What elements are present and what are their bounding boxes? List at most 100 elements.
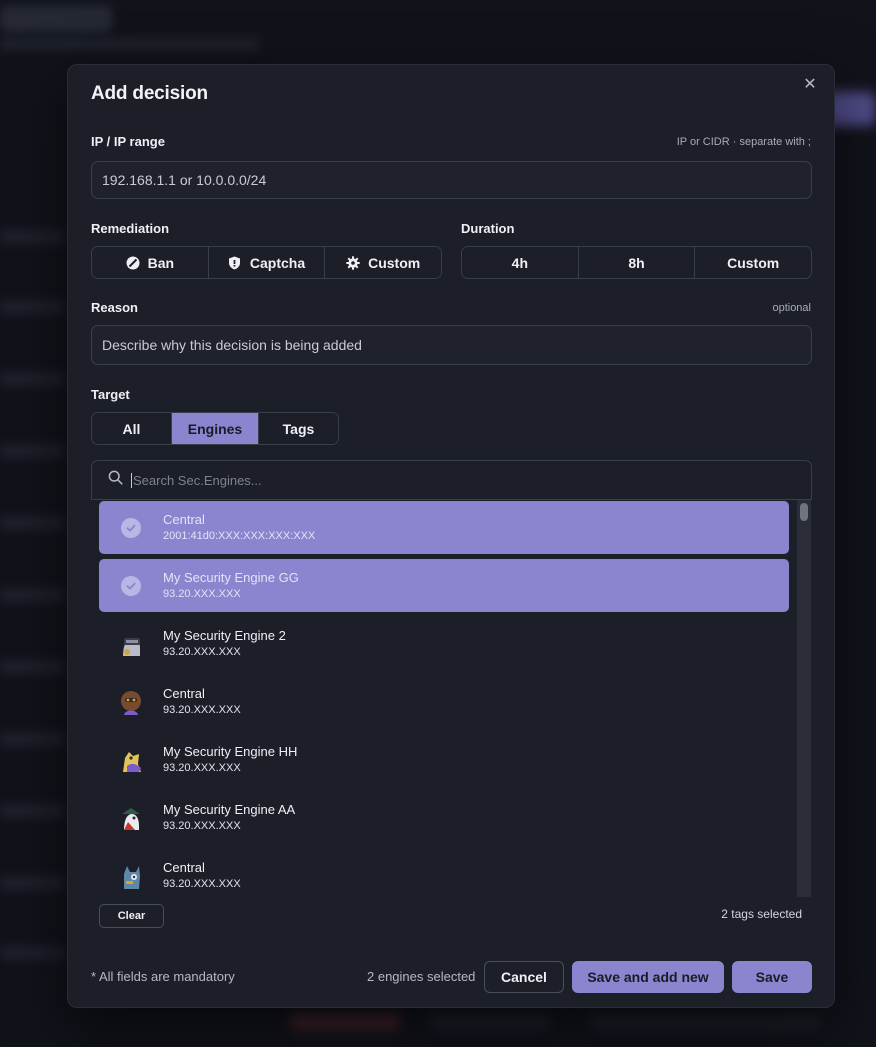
- engine-avatar: [115, 685, 147, 718]
- engines-selected-count: 2 engines selected: [367, 969, 476, 984]
- engine-name: Central: [163, 859, 205, 875]
- engine-name: My Security Engine GG: [163, 569, 299, 585]
- engine-text: My Security Engine 2 93.20.XXX.XXX: [163, 627, 286, 661]
- engine-avatar-slot: [99, 859, 163, 892]
- save-and-add-new-button[interactable]: Save and add new: [572, 961, 724, 993]
- engine-avatar: [115, 627, 147, 660]
- engine-list-item[interactable]: My Security Engine GG 93.20.XXX.XXX: [99, 559, 789, 612]
- engine-search-input[interactable]: Search Sec.Engines...: [91, 460, 812, 500]
- engine-ip: 93.20.XXX.XXX: [163, 819, 241, 832]
- clear-button[interactable]: Clear: [99, 904, 164, 928]
- engine-list-item[interactable]: Central 93.20.XXX.XXX: [99, 849, 789, 897]
- duration-8h-button[interactable]: 8h: [578, 247, 696, 278]
- remediation-captcha-button[interactable]: Captcha: [208, 247, 326, 278]
- target-engines-button[interactable]: Engines: [172, 413, 259, 444]
- target-all-button[interactable]: All: [92, 413, 172, 444]
- engine-avatar-slot: [99, 743, 163, 776]
- engine-name: My Security Engine 2: [163, 627, 286, 643]
- reason-label: Reason: [91, 300, 138, 315]
- remediation-captcha-label: Captcha: [249, 254, 306, 271]
- engine-avatar: [115, 743, 147, 776]
- background-footer-item: [430, 1015, 550, 1029]
- gear-icon: [346, 255, 360, 270]
- check-icon: [121, 517, 141, 538]
- cancel-button[interactable]: Cancel: [484, 961, 564, 993]
- remediation-ban-label: Ban: [147, 254, 175, 271]
- target-segmented: All Engines Tags: [91, 412, 339, 445]
- tags-selected-count: 2 tags selected: [721, 907, 802, 921]
- target-tags-button[interactable]: Tags: [259, 413, 338, 444]
- background-title: [0, 6, 112, 32]
- engine-ip: 2001:41d0:XXX:XXX:XXX:XXX: [163, 529, 316, 542]
- ip-label: IP / IP range: [91, 134, 165, 149]
- mandatory-note: * All fields are mandatory: [91, 969, 235, 984]
- engine-text: My Security Engine HH 93.20.XXX.XXX: [163, 743, 297, 777]
- close-icon[interactable]: ✕: [800, 75, 820, 95]
- reason-input[interactable]: Describe why this decision is being adde…: [91, 325, 812, 365]
- engine-ip: 93.20.XXX.XXX: [163, 761, 241, 774]
- engine-list-item[interactable]: Central 2001:41d0:XXX:XXX:XXX:XXX: [99, 501, 789, 554]
- background-row: [0, 946, 66, 960]
- background-row: [0, 516, 66, 530]
- engine-ip: 93.20.XXX.XXX: [163, 877, 241, 890]
- background-row: [0, 876, 66, 890]
- remediation-custom-label: Custom: [368, 254, 421, 271]
- engine-list-item[interactable]: My Security Engine AA 93.20.XXX.XXX: [99, 791, 789, 844]
- target-label: Target: [91, 387, 130, 402]
- engine-ip: 93.20.XXX.XXX: [163, 703, 241, 716]
- duration-label: Duration: [461, 221, 515, 236]
- duration-4h-button[interactable]: 4h: [462, 247, 579, 278]
- engine-search-placeholder: Search Sec.Engines...: [131, 472, 262, 488]
- reason-input-placeholder: Describe why this decision is being adde…: [102, 337, 362, 353]
- remediation-segmented: Ban Captcha Custom: [91, 246, 442, 279]
- ip-input[interactable]: 192.168.1.1 or 10.0.0.0/24: [91, 161, 812, 199]
- save-button[interactable]: Save: [732, 961, 812, 993]
- engine-name: My Security Engine AA: [163, 801, 296, 817]
- engine-ip: 93.20.XXX.XXX: [163, 645, 241, 658]
- background-row: [0, 230, 66, 244]
- engine-text: Central 93.20.XXX.XXX: [163, 859, 241, 893]
- background-row: [0, 300, 66, 314]
- remediation-ban-button[interactable]: Ban: [92, 247, 209, 278]
- remediation-label: Remediation: [91, 221, 170, 236]
- engine-avatar-slot: [99, 801, 163, 834]
- background-row: [0, 660, 66, 674]
- ip-hint: IP or CIDR · separate with ;: [676, 136, 811, 148]
- ban-icon: [126, 256, 140, 270]
- engine-avatar-slot: [99, 575, 163, 596]
- engine-avatar: [115, 801, 147, 834]
- engine-list-item[interactable]: My Security Engine 2 93.20.XXX.XXX: [99, 617, 789, 670]
- search-icon: [108, 470, 123, 490]
- background-row: [0, 588, 66, 602]
- engine-avatar-slot: [99, 517, 163, 538]
- ip-input-placeholder: 192.168.1.1 or 10.0.0.0/24: [102, 172, 267, 188]
- engine-list-scrollbar[interactable]: [797, 500, 811, 897]
- background-footer-item: [590, 1015, 820, 1029]
- reason-hint: optional: [772, 302, 811, 314]
- engine-name: My Security Engine HH: [163, 743, 298, 759]
- scrollbar-thumb[interactable]: [800, 503, 808, 521]
- engine-list-item[interactable]: My Security Engine HH 93.20.XXX.XXX: [99, 733, 789, 786]
- engine-ip: 93.20.XXX.XXX: [163, 587, 241, 600]
- engine-text: My Security Engine GG 93.20.XXX.XXX: [163, 569, 299, 603]
- engine-text: Central 93.20.XXX.XXX: [163, 685, 241, 719]
- background-row: [0, 444, 66, 458]
- engine-name: Central: [163, 511, 205, 527]
- duration-custom-button[interactable]: Custom: [695, 247, 811, 278]
- background-footer-item: [290, 1015, 400, 1029]
- background-row: [0, 804, 66, 818]
- engine-avatar-slot: [99, 685, 163, 718]
- engine-list-item[interactable]: Central 93.20.XXX.XXX: [99, 675, 789, 728]
- engine-list: Central 2001:41d0:XXX:XXX:XXX:XXX My Sec…: [91, 500, 812, 897]
- engine-text: My Security Engine AA 93.20.XXX.XXX: [163, 801, 295, 835]
- background-row: [0, 732, 66, 746]
- remediation-custom-button[interactable]: Custom: [325, 247, 441, 278]
- engine-avatar-slot: [99, 627, 163, 660]
- background-subtitle: [0, 38, 260, 50]
- engine-text: Central 2001:41d0:XXX:XXX:XXX:XXX: [163, 511, 315, 545]
- engine-name: Central: [163, 685, 205, 701]
- modal-title: Add decision: [91, 83, 208, 104]
- shield-icon: [228, 256, 242, 270]
- duration-segmented: 4h 8h Custom: [461, 246, 812, 279]
- add-decision-modal: Add decision ✕ IP / IP range IP or CIDR …: [67, 64, 835, 1008]
